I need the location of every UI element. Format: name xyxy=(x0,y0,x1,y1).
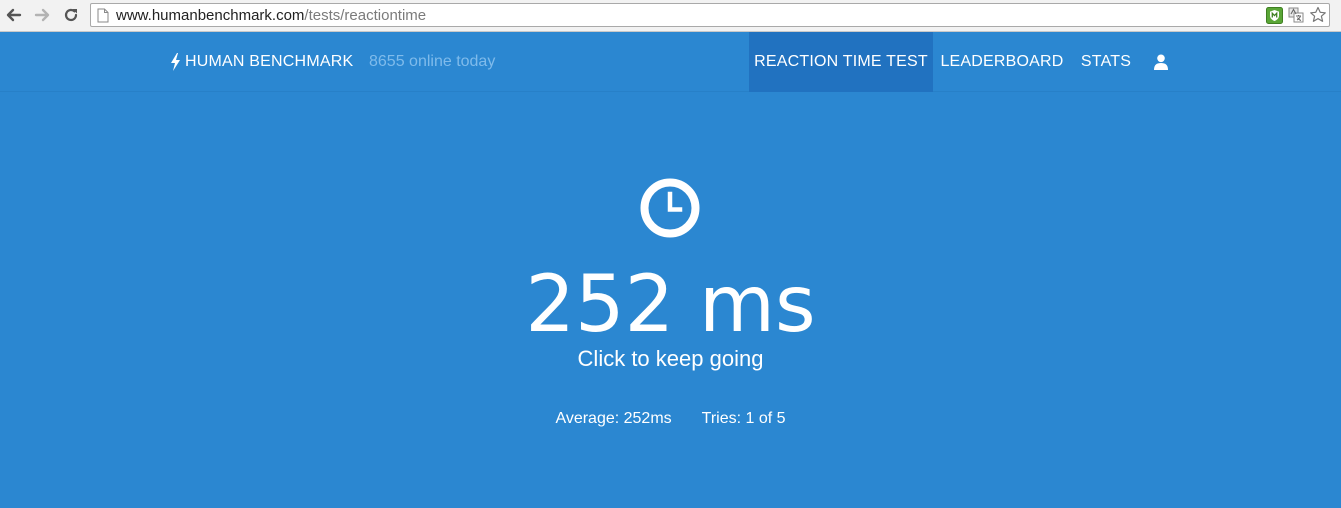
online-count: 8655 online today xyxy=(369,53,496,70)
address-bar-icons xyxy=(1265,6,1327,24)
extension-button[interactable] xyxy=(1265,6,1283,24)
continue-prompt[interactable]: Click to keep going xyxy=(0,344,1341,374)
url-path: /tests/reactiontime xyxy=(304,7,427,24)
nav-reaction-label: REACTION TIME TEST xyxy=(754,53,928,70)
nav-leaderboard[interactable]: LEADERBOARD xyxy=(934,32,1070,92)
back-arrow-icon xyxy=(6,8,22,22)
bookmark-star-icon xyxy=(1310,6,1326,22)
forward-button[interactable] xyxy=(31,4,53,26)
reaction-time-result[interactable]: 252 ms xyxy=(0,260,1341,350)
reload-icon xyxy=(64,8,78,22)
test-stats: Average: 252ms Tries: 1 of 5 xyxy=(0,408,1341,430)
user-account-button[interactable] xyxy=(1144,32,1178,92)
address-bar[interactable]: www.humanbenchmark.com/tests/reactiontim… xyxy=(90,3,1330,27)
back-button[interactable] xyxy=(3,4,25,26)
url-host: www.humanbenchmark.com xyxy=(116,7,305,24)
site-header: HUMAN BENCHMARK 8655 online today REACTI… xyxy=(0,32,1341,92)
extension-shield-icon xyxy=(1265,6,1283,24)
tries-stat: Tries: 1 of 5 xyxy=(701,410,786,427)
translate-icon xyxy=(1288,7,1304,23)
nav-stats-label: STATS xyxy=(1080,53,1132,70)
brand-link[interactable]: HUMAN BENCHMARK xyxy=(170,32,353,92)
reload-button[interactable] xyxy=(60,4,82,26)
url-text[interactable]: www.humanbenchmark.com/tests/reactiontim… xyxy=(116,7,426,24)
browser-toolbar: www.humanbenchmark.com/tests/reactiontim… xyxy=(0,0,1341,32)
nav-reaction-time-test[interactable]: REACTION TIME TEST xyxy=(749,32,933,92)
bookmark-button[interactable] xyxy=(1309,6,1327,24)
page-icon xyxy=(97,8,109,23)
user-icon xyxy=(1154,54,1168,70)
nav-stats[interactable]: STATS xyxy=(1070,32,1142,92)
average-stat: Average: 252ms xyxy=(555,410,672,427)
clock-icon xyxy=(640,178,700,238)
forward-arrow-icon xyxy=(34,8,50,22)
lightning-bolt-icon xyxy=(171,53,180,71)
nav-leaderboard-label: LEADERBOARD xyxy=(940,53,1064,70)
translate-button[interactable] xyxy=(1287,6,1305,24)
brand-label: HUMAN BENCHMARK xyxy=(185,53,354,70)
